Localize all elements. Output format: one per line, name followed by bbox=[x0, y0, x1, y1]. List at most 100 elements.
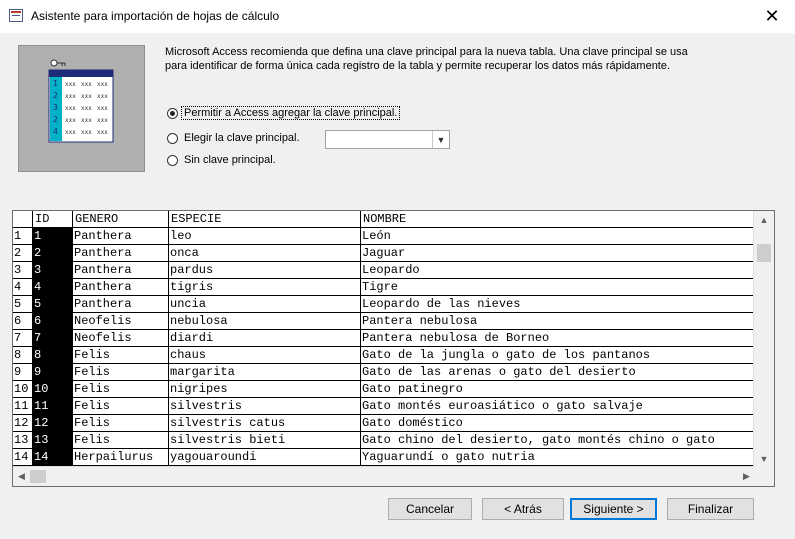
table-row: 12 12 Felis silvestris catus Gato doméstico bbox=[13, 415, 755, 432]
row-number: 13 bbox=[13, 432, 33, 449]
illustration-cell-text: xxx bbox=[65, 93, 76, 100]
scroll-left-icon[interactable]: ◀ bbox=[13, 467, 30, 486]
illustration-row-number: 2 bbox=[53, 115, 58, 124]
scroll-up-icon[interactable]: ▲ bbox=[754, 211, 774, 228]
cell-especie: nebulosa bbox=[169, 313, 361, 330]
illustration-cell-text: xxx bbox=[81, 117, 92, 124]
option-access-adds-key[interactable]: Permitir a Access agregar la clave princ… bbox=[167, 106, 401, 120]
row-number: 8 bbox=[13, 347, 33, 364]
cell-especie: chaus bbox=[169, 347, 361, 364]
illustration-cell-text: xxx bbox=[97, 81, 108, 88]
option-label: Elegir la clave principal. bbox=[184, 132, 300, 144]
cell-especie: margarita bbox=[169, 364, 361, 381]
option-no-key[interactable]: Sin clave principal. bbox=[167, 154, 276, 166]
cell-especie: tigris bbox=[169, 279, 361, 296]
cell-genero: Felis bbox=[73, 398, 169, 415]
cell-id: 13 bbox=[33, 432, 73, 449]
cell-genero: Panthera bbox=[73, 262, 169, 279]
row-number: 1 bbox=[13, 228, 33, 245]
option-choose-key[interactable]: Elegir la clave principal. bbox=[167, 132, 300, 144]
cell-id: 5 bbox=[33, 296, 73, 313]
cell-especie: nigripes bbox=[169, 381, 361, 398]
cell-nombre: Jaguar bbox=[361, 245, 755, 262]
cell-genero: Felis bbox=[73, 347, 169, 364]
scroll-right-icon[interactable]: ▶ bbox=[738, 467, 755, 486]
cell-nombre: Leopardo de las nieves bbox=[361, 296, 755, 313]
cell-id: 9 bbox=[33, 364, 73, 381]
cell-especie: yagouaroundi bbox=[169, 449, 361, 466]
row-number: 9 bbox=[13, 364, 33, 381]
illustration-cell-text: xxx bbox=[97, 129, 108, 136]
table-row: 6 6 Neofelis nebulosa Pantera nebulosa bbox=[13, 313, 755, 330]
key-field-combo[interactable]: ▼ bbox=[325, 130, 450, 149]
cell-nombre: Leopardo bbox=[361, 262, 755, 279]
option-label: Sin clave principal. bbox=[184, 154, 276, 166]
cell-especie: onca bbox=[169, 245, 361, 262]
row-number: 12 bbox=[13, 415, 33, 432]
row-header-corner bbox=[13, 211, 33, 228]
radio-no-key[interactable] bbox=[167, 154, 178, 166]
description-text: Microsoft Access recomienda que defina u… bbox=[165, 46, 688, 72]
radio-access-adds-key[interactable] bbox=[167, 107, 178, 119]
cell-id: 3 bbox=[33, 262, 73, 279]
table-row: 14 14 Herpailurus yagouaroundi Yaguarundí o … bbox=[13, 449, 755, 466]
cell-nombre: León bbox=[361, 228, 755, 245]
column-header-id[interactable]: ID bbox=[33, 211, 73, 228]
cell-id: 11 bbox=[33, 398, 73, 415]
radio-choose-key[interactable] bbox=[167, 132, 178, 144]
illustration-cell-text: xxx bbox=[65, 105, 76, 112]
horizontal-scrollbar[interactable]: ◀ ▶ bbox=[13, 466, 755, 486]
horizontal-scroll-thumb[interactable] bbox=[30, 470, 46, 483]
cell-nombre: Pantera nebulosa bbox=[361, 313, 755, 330]
cell-genero: Felis bbox=[73, 415, 169, 432]
row-number: 5 bbox=[13, 296, 33, 313]
cell-genero: Felis bbox=[73, 364, 169, 381]
close-icon: ✕ bbox=[764, 6, 780, 26]
row-number: 3 bbox=[13, 262, 33, 279]
chevron-down-icon[interactable]: ▼ bbox=[432, 131, 449, 148]
illustration-cell-text: xxx bbox=[81, 93, 92, 100]
illustration-cell-text: xxx bbox=[81, 129, 92, 136]
cell-nombre: Gato chino del desierto, gato montés chi… bbox=[361, 432, 755, 449]
finish-button[interactable]: Finalizar bbox=[667, 498, 754, 520]
cell-id: 4 bbox=[33, 279, 73, 296]
illustration-cell-text: xxx bbox=[81, 81, 92, 88]
cell-genero: Panthera bbox=[73, 279, 169, 296]
table-row: 5 5 Panthera uncia Leopardo de las nieves bbox=[13, 296, 755, 313]
grid-content: ID GENERO ESPECIE NOMBRE 1 1 Panthera leo Le… bbox=[13, 211, 755, 467]
cell-genero: Felis bbox=[73, 432, 169, 449]
back-button[interactable]: < Atrás bbox=[482, 498, 564, 520]
cell-especie: uncia bbox=[169, 296, 361, 313]
table-row: 4 4 Panthera tigris Tigre bbox=[13, 279, 755, 296]
illustration-cell-text: xxx bbox=[97, 117, 108, 124]
column-header-especie[interactable]: ESPECIE bbox=[169, 211, 361, 228]
primary-key-illustration: 1 xxx xxx xxx 2 xxx xxx xxx 3 xxx xxx xxx 2 xxx xxx xxx… bbox=[18, 45, 145, 172]
row-number: 2 bbox=[13, 245, 33, 262]
cell-nombre: Gato montés euroasiático o gato salvaje bbox=[361, 398, 755, 415]
scroll-corner bbox=[754, 467, 774, 486]
next-button[interactable]: Siguiente > bbox=[570, 498, 657, 520]
cell-genero: Panthera bbox=[73, 245, 169, 262]
cell-especie: silvestris bbox=[169, 398, 361, 415]
column-header-nombre[interactable]: NOMBRE bbox=[361, 211, 755, 228]
illustration-cell-text: xxx bbox=[65, 129, 76, 136]
vertical-scroll-thumb[interactable] bbox=[757, 244, 771, 262]
cell-genero: Panthera bbox=[73, 296, 169, 313]
row-number: 6 bbox=[13, 313, 33, 330]
scroll-down-icon[interactable]: ▼ bbox=[754, 450, 774, 467]
illustration-cell-text: xxx bbox=[97, 105, 108, 112]
table-row: 10 10 Felis nigripes Gato patinegro bbox=[13, 381, 755, 398]
data-preview-grid[interactable]: ID GENERO ESPECIE NOMBRE 1 1 Panthera leo Le… bbox=[12, 210, 775, 487]
cancel-button[interactable]: Cancelar bbox=[388, 498, 472, 520]
illustration-row-number: 1 bbox=[53, 79, 58, 88]
close-button[interactable]: ✕ bbox=[749, 0, 795, 33]
cell-nombre: Gato de la jungla o gato de los pantanos bbox=[361, 347, 755, 364]
vertical-scrollbar[interactable]: ▲ ▼ bbox=[753, 211, 774, 467]
cell-nombre: Gato de las arenas o gato del desierto bbox=[361, 364, 755, 381]
cell-id: 6 bbox=[33, 313, 73, 330]
illustration-row-number: 3 bbox=[53, 103, 58, 112]
illustration-cell-text: xxx bbox=[81, 105, 92, 112]
column-header-genero[interactable]: GENERO bbox=[73, 211, 169, 228]
cell-especie: silvestris catus bbox=[169, 415, 361, 432]
row-number: 4 bbox=[13, 279, 33, 296]
